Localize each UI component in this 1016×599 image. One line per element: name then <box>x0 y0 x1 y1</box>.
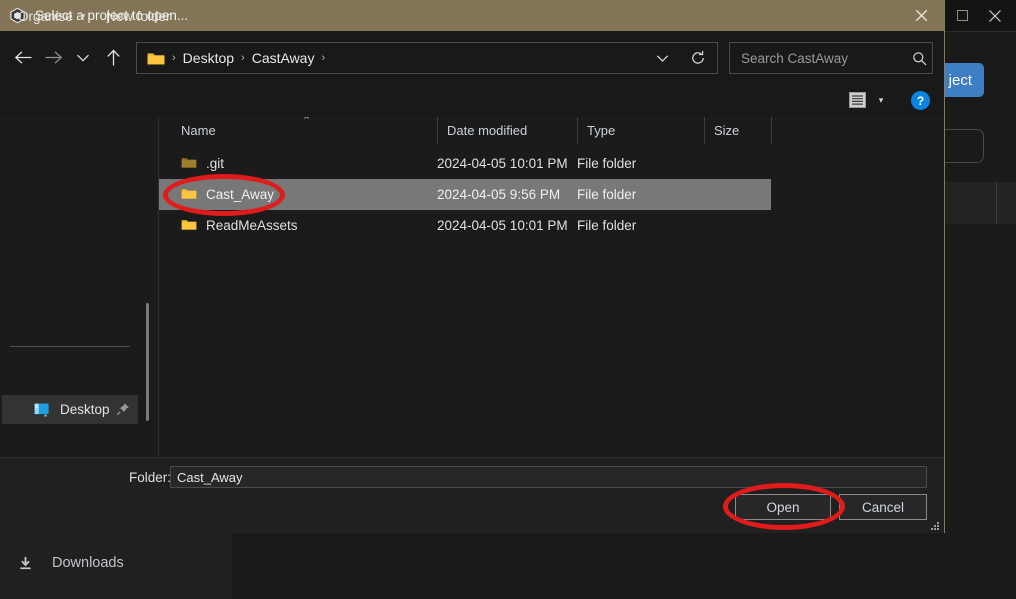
sort-ascending-icon: ⌃ <box>302 117 311 127</box>
file-name-cell: ReadMeAssets <box>181 218 298 234</box>
file-date-cell: 2024-04-05 10:01 PM <box>437 218 568 233</box>
file-type-cell: File folder <box>577 218 636 233</box>
file-name-label: Cast_Away <box>206 187 274 202</box>
breadcrumb-separator: › <box>172 52 176 64</box>
search-box[interactable] <box>729 42 933 74</box>
close-icon[interactable] <box>898 0 944 31</box>
new-folder-label: New folder <box>106 9 171 24</box>
search-input[interactable] <box>739 50 906 67</box>
new-folder-button[interactable]: New folder <box>100 4 177 29</box>
sidebar-scrollbar[interactable] <box>146 303 149 421</box>
file-name-label: ReadMeAssets <box>206 218 298 233</box>
file-name-cell: .git <box>181 156 224 172</box>
sidebar-divider <box>10 346 130 347</box>
folder-icon-dim <box>181 156 197 172</box>
folder-name-input[interactable] <box>170 466 927 488</box>
folder-icon <box>181 218 197 234</box>
column-header-spacer <box>771 117 811 144</box>
breadcrumb[interactable]: › Desktop › CastAway › <box>136 42 718 74</box>
chevron-down-icon: ▾ <box>81 11 86 22</box>
cancel-button[interactable]: Cancel <box>839 494 927 520</box>
sidebar-item-label: Desktop <box>60 402 110 417</box>
refresh-icon[interactable] <box>683 43 713 73</box>
chevron-down-icon[interactable] <box>68 43 98 73</box>
file-date-cell: 2024-04-05 9:56 PM <box>437 187 560 202</box>
background-toolbar-strip <box>940 182 1016 224</box>
file-list: Name ⌃ Date modified Type Size <box>159 117 944 456</box>
folder-icon <box>147 51 165 66</box>
folder-field-label: Folder: <box>129 470 171 485</box>
background-strip-divider <box>996 182 997 224</box>
column-header-type[interactable]: Type <box>577 117 704 144</box>
file-type-cell: File folder <box>577 187 636 202</box>
column-header-size[interactable]: Size <box>704 117 771 144</box>
file-name-label: .git <box>206 156 224 171</box>
chevron-down-icon[interactable]: ▾ <box>872 89 890 111</box>
pin-icon[interactable] <box>116 402 130 416</box>
help-label: ? <box>917 94 924 108</box>
breadcrumb-item-desktop[interactable]: Desktop <box>183 50 234 66</box>
column-header-type-label: Type <box>587 123 615 138</box>
search-icon[interactable] <box>906 51 932 66</box>
download-icon <box>8 556 42 571</box>
open-button[interactable]: Open <box>735 494 831 520</box>
column-header-date-modified[interactable]: Date modified <box>437 117 577 144</box>
organise-button[interactable]: Organise ▾ <box>12 4 91 29</box>
chevron-down-icon[interactable] <box>647 43 677 73</box>
resize-grip-icon[interactable] <box>930 518 940 528</box>
folder-icon <box>181 187 197 203</box>
table-row[interactable]: .git 2024-04-05 10:01 PM File folder <box>159 148 771 179</box>
maximize-square-glyph <box>957 10 968 21</box>
list-view-icon[interactable] <box>845 89 869 111</box>
breadcrumb-separator[interactable]: › <box>321 52 325 64</box>
column-header-date-label: Date modified <box>447 123 527 138</box>
column-header-name[interactable]: Name ⌃ <box>159 117 437 144</box>
file-type-cell: File folder <box>577 156 636 171</box>
sidebar-item-desktop[interactable]: Desktop <box>2 395 138 424</box>
file-name-cell: Cast_Away <box>181 187 274 203</box>
file-date-cell: 2024-04-05 10:01 PM <box>437 156 568 171</box>
close-x-glyph <box>915 9 928 22</box>
file-picker-dialog: Select a project to open... <box>0 0 945 533</box>
column-header-size-label: Size <box>714 123 739 138</box>
breadcrumb-item-castaway[interactable]: CastAway <box>252 50 315 66</box>
table-row[interactable]: ReadMeAssets 2024-04-05 10:01 PM File fo… <box>159 210 771 241</box>
help-button[interactable]: ? <box>911 91 930 110</box>
file-list-column-header: Name ⌃ Date modified Type Size <box>159 117 944 144</box>
arrow-up-icon[interactable] <box>98 43 128 73</box>
downloads-list-item[interactable]: Downloads <box>0 548 232 578</box>
dialog-sidebar: Desktop <box>0 117 159 456</box>
close-x-glyph <box>988 9 1002 23</box>
breadcrumb-separator: › <box>241 52 245 64</box>
downloads-label: Downloads <box>52 555 124 571</box>
dialog-command-bar <box>0 84 944 118</box>
close-icon[interactable] <box>974 0 1016 31</box>
arrow-left-icon[interactable] <box>8 43 38 73</box>
table-row[interactable]: Cast_Away 2024-04-05 9:56 PM File folder <box>159 179 771 210</box>
organise-label: Organise <box>18 9 73 24</box>
new-project-button-label: ject <box>949 72 972 89</box>
arrow-right-icon[interactable] <box>38 43 68 73</box>
cancel-button-label: Cancel <box>862 500 904 515</box>
desktop-monitor-icon <box>34 403 51 417</box>
column-header-name-label: Name <box>181 123 216 138</box>
open-button-label: Open <box>766 500 799 515</box>
